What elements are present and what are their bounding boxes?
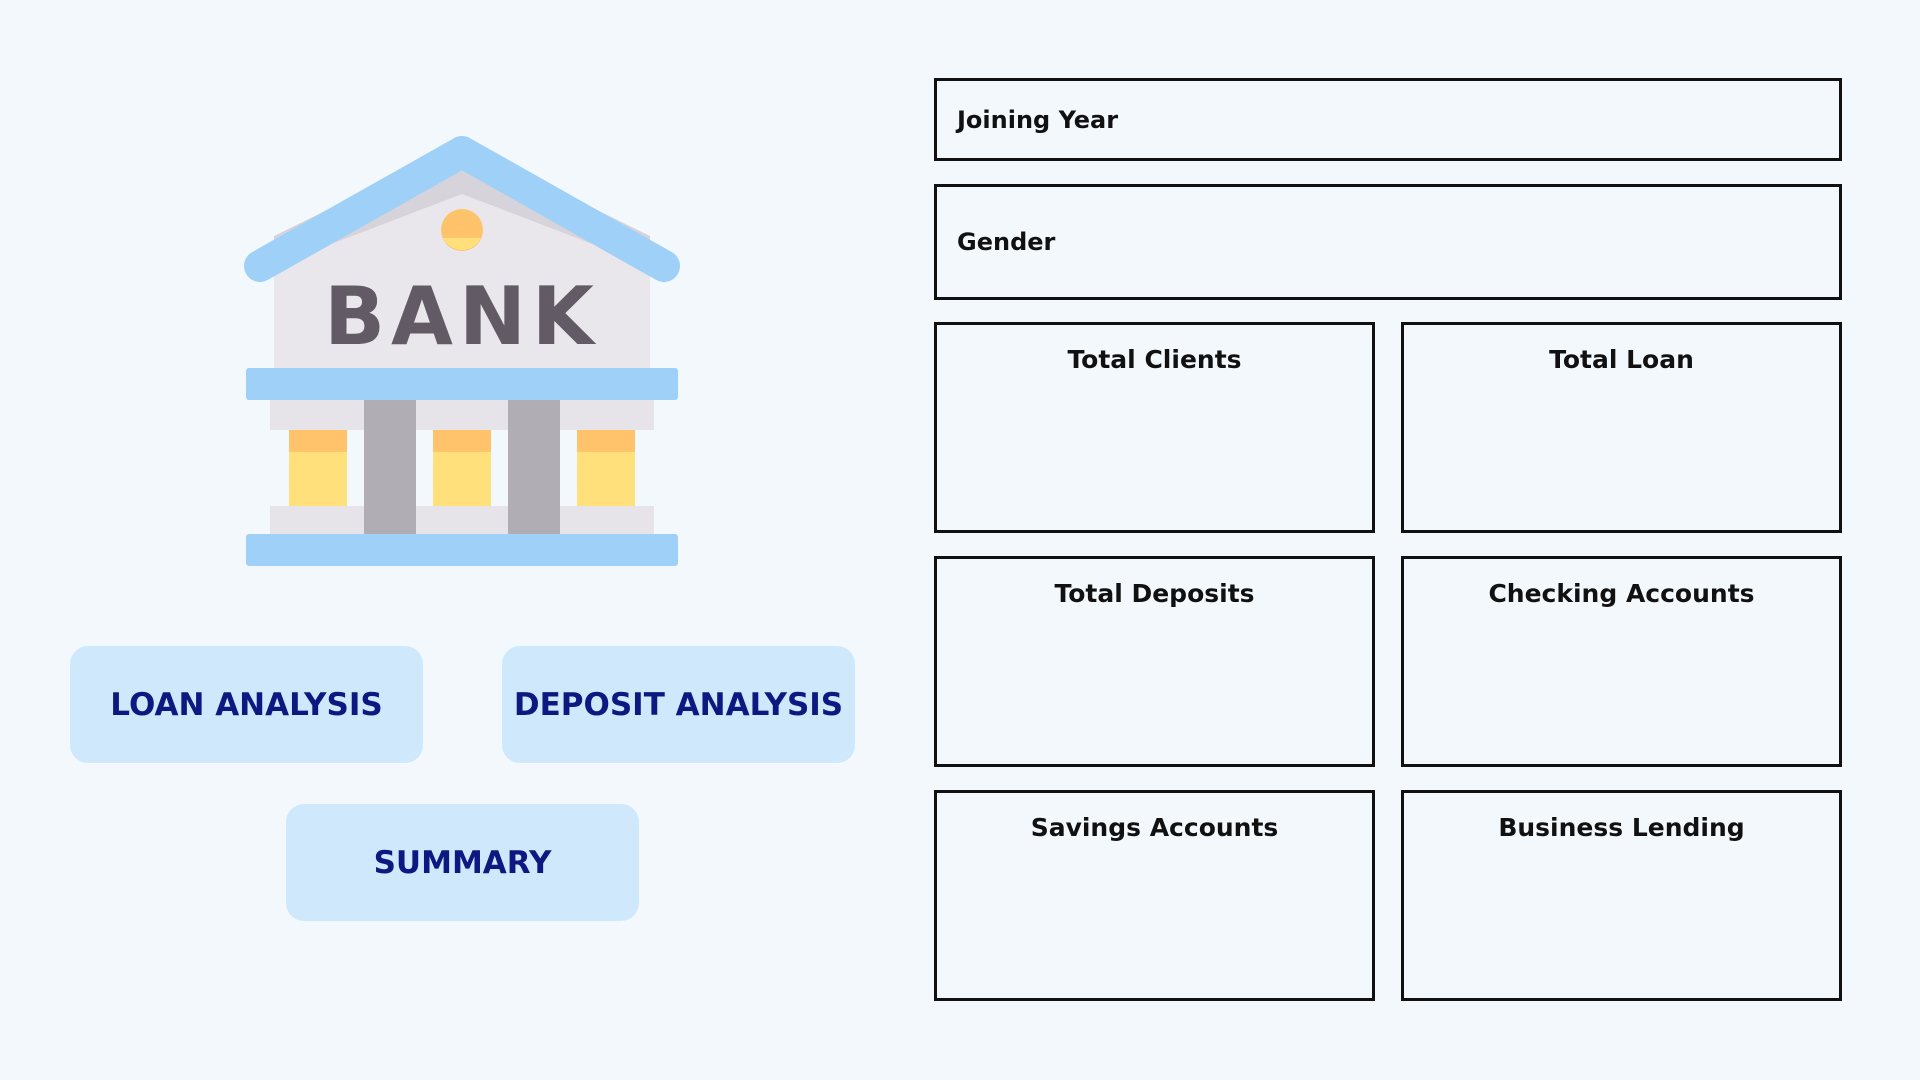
kpi-card-business-lending: Business Lending (1401, 790, 1842, 1001)
summary-button[interactable]: SUMMARY (286, 804, 639, 921)
kpi-card-total-loan: Total Loan (1401, 322, 1842, 533)
joining-year-label: Joining Year (957, 105, 1119, 134)
kpi-card-total-clients: Total Clients (934, 322, 1375, 533)
loan-analysis-label: LOAN ANALYSIS (110, 686, 383, 723)
summary-label: SUMMARY (373, 844, 552, 881)
kpi-label: Total Loan (1549, 345, 1694, 374)
bank-logo-text: BANK (324, 270, 600, 363)
gender-label: Gender (957, 228, 1056, 256)
bank-building-icon: BANK (244, 136, 680, 566)
kpi-label: Business Lending (1498, 813, 1745, 842)
deposit-analysis-label: DEPOSIT ANALYSIS (513, 686, 844, 723)
kpi-card-total-deposits: Total Deposits (934, 556, 1375, 767)
bank-foundation (246, 534, 678, 566)
deposit-analysis-button[interactable]: DEPOSIT ANALYSIS (502, 646, 855, 763)
kpi-label: Total Deposits (1054, 579, 1255, 608)
kpi-label: Total Clients (1067, 345, 1242, 374)
kpi-label: Checking Accounts (1488, 579, 1755, 608)
gender-filter[interactable]: Gender (934, 184, 1842, 300)
loan-analysis-button[interactable]: LOAN ANALYSIS (70, 646, 423, 763)
kpi-label: Savings Accounts (1030, 813, 1279, 842)
joining-year-filter[interactable]: Joining Year (934, 78, 1842, 161)
bank-cornice (246, 368, 678, 400)
kpi-card-checking-accounts: Checking Accounts (1401, 556, 1842, 767)
kpi-card-savings-accounts: Savings Accounts (934, 790, 1375, 1001)
